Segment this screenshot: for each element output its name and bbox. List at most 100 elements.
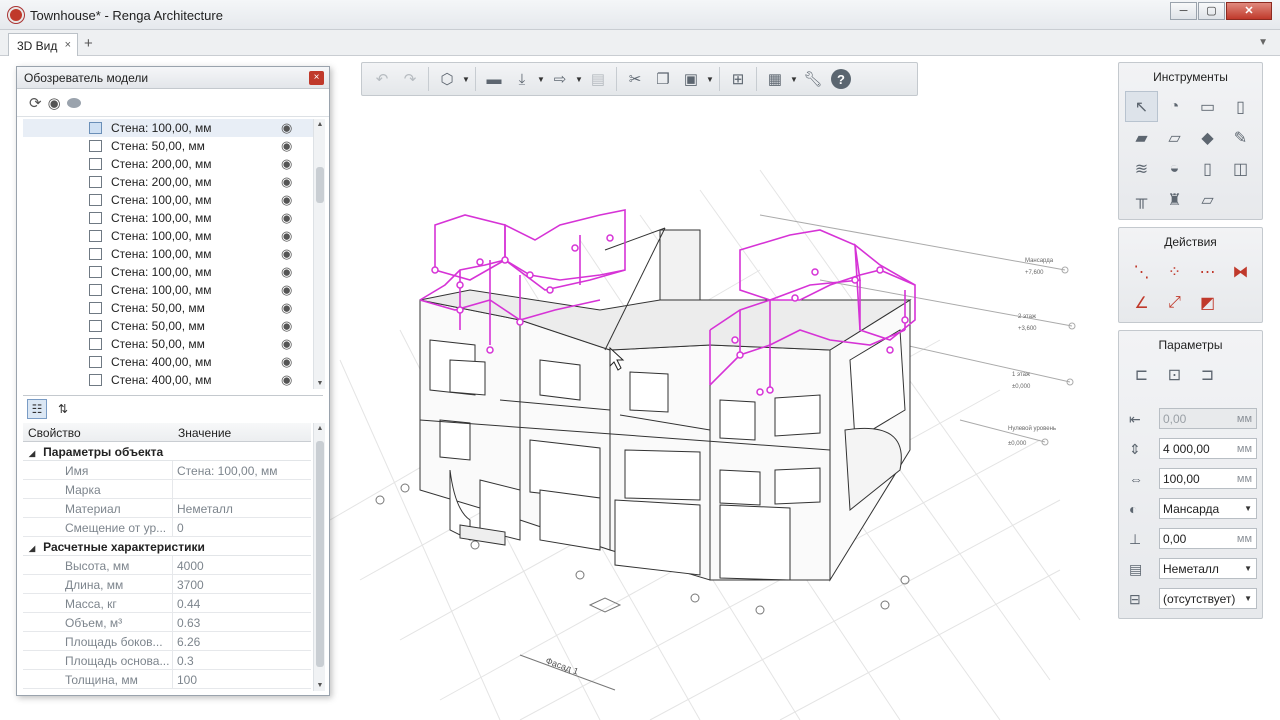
visibility-eye-icon[interactable]: ◉ bbox=[281, 372, 292, 388]
mirror-icon[interactable]: ⧓ bbox=[1224, 256, 1257, 287]
categorized-view-icon[interactable]: ☷ bbox=[27, 398, 47, 419]
paste-chevron-down-icon[interactable]: ▼ bbox=[705, 75, 715, 84]
tree-scroll-thumb[interactable] bbox=[316, 167, 324, 203]
property-row[interactable]: Имя Стена: 100,00, мм bbox=[23, 461, 311, 480]
visibility-eye-icon[interactable]: ◉ bbox=[281, 246, 292, 262]
visibility-eye-icon[interactable]: ◉ bbox=[281, 264, 292, 280]
array-icon[interactable]: ⋯ bbox=[1191, 256, 1224, 287]
marker-select[interactable]: (отсутствует) ▼ bbox=[1159, 588, 1257, 609]
property-row[interactable]: Марка bbox=[23, 480, 311, 499]
stair-tool-icon[interactable]: ≋ bbox=[1125, 153, 1158, 184]
height-field[interactable]: 4 000,00 мм bbox=[1159, 438, 1257, 459]
folder-open-icon[interactable]: ▬ bbox=[480, 65, 508, 93]
paste-icon[interactable]: ▣ bbox=[677, 65, 705, 93]
import-chevron-down-icon[interactable]: ▼ bbox=[536, 75, 546, 84]
visibility-eye-icon[interactable]: ◉ bbox=[281, 336, 292, 352]
group-object-parameters[interactable]: ◢ Параметры объекта bbox=[23, 442, 311, 461]
properties-scroll-thumb[interactable] bbox=[316, 441, 324, 667]
ramp-tool-icon[interactable]: ◒ bbox=[1158, 153, 1191, 184]
properties-scrollbar[interactable]: ▲ ▼ bbox=[313, 423, 325, 691]
property-row[interactable]: Толщина, мм 100 bbox=[23, 670, 311, 689]
visibility-eye-icon[interactable]: ◉ bbox=[281, 156, 292, 172]
explorer-close-button[interactable]: × bbox=[309, 71, 324, 85]
tree-item-wall[interactable]: Стена: 400,00, мм ◉ bbox=[23, 353, 323, 371]
select-arrow-icon[interactable]: ↖ bbox=[1125, 91, 1158, 122]
column-tool-icon[interactable]: ▯ bbox=[1224, 91, 1257, 122]
property-row[interactable]: Длина, мм 3700 bbox=[23, 575, 311, 594]
thickness-field[interactable]: 100,00 мм bbox=[1159, 468, 1257, 489]
visibility-eye-icon[interactable]: ◉ bbox=[281, 120, 292, 136]
scroll-up-icon[interactable]: ▲ bbox=[314, 121, 326, 128]
property-row[interactable]: Масса, кг 0.44 bbox=[23, 594, 311, 613]
rotate-icon[interactable]: ⁘ bbox=[1158, 256, 1191, 287]
cut-icon[interactable]: ✂ bbox=[621, 65, 649, 93]
visibility-eye-icon[interactable]: ◉ bbox=[281, 192, 292, 208]
railing-tool-icon[interactable]: ╥ bbox=[1125, 184, 1158, 215]
property-row[interactable]: Площадь основа... 0.3 bbox=[23, 651, 311, 670]
roof-tool-icon[interactable]: ◆ bbox=[1191, 122, 1224, 153]
visibility-eye-icon[interactable]: ◉ bbox=[281, 354, 292, 370]
tree-item-wall[interactable]: Стена: 100,00, мм ◉ bbox=[23, 263, 323, 281]
angle-icon[interactable]: ∠ bbox=[1125, 287, 1158, 318]
group-calculated-characteristics[interactable]: ◢ Расчетные характеристики bbox=[23, 537, 311, 556]
tree-item-wall[interactable]: Стена: 200,00, мм ◉ bbox=[23, 155, 323, 173]
tree-item-wall[interactable]: Стена: 100,00, мм ◉ bbox=[23, 245, 323, 263]
layout-icon[interactable]: ▦ bbox=[761, 65, 789, 93]
tree-item-wall[interactable]: Стена: 200,00, мм ◉ bbox=[23, 173, 323, 191]
visibility-eye-icon[interactable]: ◉ bbox=[281, 282, 292, 298]
property-row[interactable]: Смещение от ур... 0 bbox=[23, 518, 311, 537]
refresh-icon[interactable]: ⟳ bbox=[29, 94, 42, 112]
collapse-triangle-icon[interactable]: ◢ bbox=[29, 449, 35, 458]
material-select[interactable]: Неметалл ▼ bbox=[1159, 558, 1257, 579]
pencil-tool-icon[interactable]: ✎ bbox=[1224, 122, 1257, 153]
property-row[interactable]: Материал Неметалл bbox=[23, 499, 311, 518]
tab-3d-view[interactable]: 3D Вид × bbox=[8, 33, 78, 56]
tree-item-wall[interactable]: Стена: 100,00, мм ◉ bbox=[23, 281, 323, 299]
building-body[interactable] bbox=[419, 227, 912, 582]
maximize-button[interactable]: ▢ bbox=[1198, 2, 1225, 20]
eye-icon[interactable]: ◉ bbox=[48, 94, 61, 112]
tree-item-wall[interactable]: Стена: 100,00, мм ◉ bbox=[23, 227, 323, 245]
export-icon[interactable]: ⇨ bbox=[546, 65, 574, 93]
wrench-icon[interactable]: 🔧︎ bbox=[799, 65, 827, 93]
move-icon[interactable]: ⋱ bbox=[1125, 256, 1158, 287]
import-icon[interactable]: ⤓ bbox=[508, 65, 536, 93]
tree-item-wall[interactable]: Стена: 100,00, мм ◉ bbox=[23, 209, 323, 227]
object-tool-icon[interactable]: ♜ bbox=[1158, 184, 1191, 215]
tree-item-wall[interactable]: Стена: 50,00, мм ◉ bbox=[23, 299, 323, 317]
print-icon[interactable]: ▤ bbox=[584, 65, 612, 93]
tree-item-wall[interactable]: Стена: 100,00, мм ◉ bbox=[23, 119, 323, 137]
tree-item-wall[interactable]: Стена: 50,00, мм ◉ bbox=[23, 335, 323, 353]
group-icon[interactable]: ⊞ bbox=[724, 65, 752, 93]
visibility-eye-icon[interactable]: ◉ bbox=[281, 210, 292, 226]
beam-tool-icon[interactable]: ▰ bbox=[1125, 122, 1158, 153]
tab-close-icon[interactable]: × bbox=[65, 39, 71, 51]
scale-icon[interactable]: ⤢ bbox=[1158, 287, 1191, 318]
scroll-down-icon[interactable]: ▼ bbox=[314, 682, 326, 689]
copy-icon[interactable]: ❐ bbox=[649, 65, 677, 93]
door-tool-icon[interactable]: ▯ bbox=[1191, 153, 1224, 184]
close-button[interactable]: ✕ bbox=[1226, 2, 1272, 20]
help-button[interactable]: ? bbox=[827, 65, 855, 93]
hidden-objects-icon[interactable] bbox=[66, 97, 81, 108]
align-left-icon[interactable]: ⊏ bbox=[1125, 359, 1158, 390]
view-chevron-down-icon[interactable]: ▼ bbox=[461, 75, 471, 84]
slab-tool-icon[interactable]: ▱ bbox=[1158, 122, 1191, 153]
layout-chevron-down-icon[interactable]: ▼ bbox=[789, 75, 799, 84]
redo-icon[interactable]: ↷ bbox=[396, 65, 424, 93]
shapes-icon[interactable]: ◔ bbox=[1158, 91, 1191, 122]
tab-menu-chevron-icon[interactable]: ▼ bbox=[1258, 37, 1268, 48]
sort-alphabetical-icon[interactable]: ⇅ bbox=[53, 399, 73, 419]
minimize-button[interactable]: ─ bbox=[1170, 2, 1197, 20]
add-tab-button[interactable]: + bbox=[84, 35, 93, 52]
view-cube-icon[interactable]: ⬡ bbox=[433, 65, 461, 93]
visibility-eye-icon[interactable]: ◉ bbox=[281, 228, 292, 244]
align-center-icon[interactable]: ⊡ bbox=[1158, 359, 1191, 390]
visibility-eye-icon[interactable]: ◉ bbox=[281, 174, 292, 190]
export-chevron-down-icon[interactable]: ▼ bbox=[574, 75, 584, 84]
property-row[interactable]: Площадь боков... 6.26 bbox=[23, 632, 311, 651]
offset-field[interactable]: 0,00 мм bbox=[1159, 408, 1257, 429]
align-right-icon[interactable]: ⊐ bbox=[1191, 359, 1224, 390]
tree-scrollbar[interactable]: ▲ ▼ bbox=[313, 119, 325, 389]
level-select[interactable]: Мансарда ▼ bbox=[1159, 498, 1257, 519]
